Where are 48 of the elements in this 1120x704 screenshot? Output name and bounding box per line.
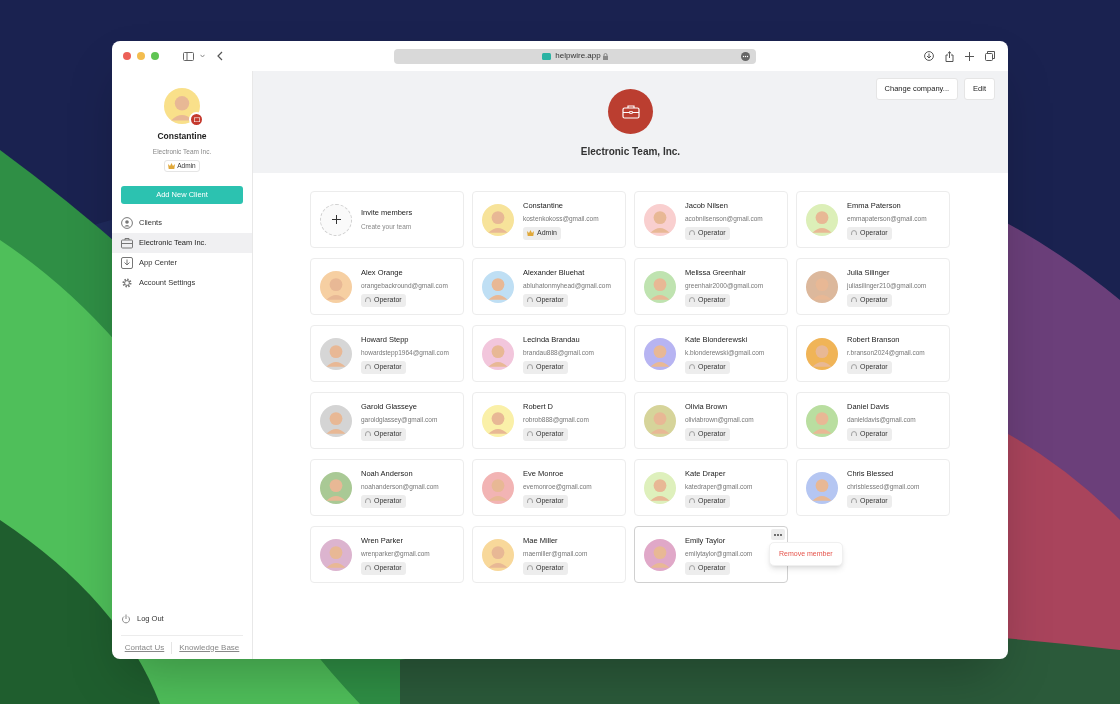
briefcase-icon: [621, 104, 640, 119]
briefcase-icon: [121, 236, 133, 249]
headset-icon: [365, 363, 371, 371]
sidebar-icon[interactable]: [183, 51, 194, 61]
headset-icon: [689, 363, 695, 371]
headset-icon: [689, 564, 695, 572]
headset-icon: [851, 497, 857, 505]
gear-icon: [121, 276, 133, 289]
share-icon[interactable]: [945, 50, 954, 62]
headset-icon: [851, 229, 857, 237]
headset-icon: [527, 430, 533, 438]
crown-icon: [527, 230, 534, 236]
headset-icon: [365, 497, 371, 505]
headset-icon: [689, 296, 695, 304]
person-icon: [121, 216, 133, 229]
company-badge: [189, 112, 204, 127]
profile-name: Constantine: [157, 130, 207, 143]
url-text: helpwire.app: [555, 50, 601, 62]
headset-icon: [527, 296, 533, 304]
more-button[interactable]: [771, 529, 785, 540]
more-icon: [774, 533, 782, 536]
headset-icon: [527, 497, 533, 505]
footer-link[interactable]: Knowledge Base: [179, 641, 240, 654]
headset-icon: [851, 296, 857, 304]
plus-icon: [331, 215, 341, 224]
crown-icon: [168, 162, 176, 169]
headset-icon: [527, 564, 533, 572]
headset-icon: [365, 564, 371, 572]
address-bar[interactable]: helpwire.app: [394, 48, 756, 64]
company-name: Electronic Team, Inc.: [580, 145, 681, 159]
back-icon[interactable]: [217, 51, 223, 61]
headset-icon: [689, 430, 695, 438]
download-icon: [121, 256, 133, 269]
headset-icon: [365, 296, 371, 304]
headset-icon: [689, 229, 695, 237]
power-icon: [121, 614, 131, 624]
headset-icon: [851, 363, 857, 371]
plus-icon[interactable]: [965, 51, 974, 61]
headset-icon: [365, 430, 371, 438]
headset-icon: [851, 430, 857, 438]
lock-icon: [602, 52, 608, 60]
site-icon: [542, 52, 552, 60]
more-icon[interactable]: [741, 51, 750, 61]
headset-icon: [689, 497, 695, 505]
headset-icon: [527, 363, 533, 371]
tabs-icon[interactable]: [985, 51, 995, 61]
footer-link[interactable]: Contact Us: [124, 641, 165, 654]
download-icon[interactable]: [924, 51, 934, 61]
